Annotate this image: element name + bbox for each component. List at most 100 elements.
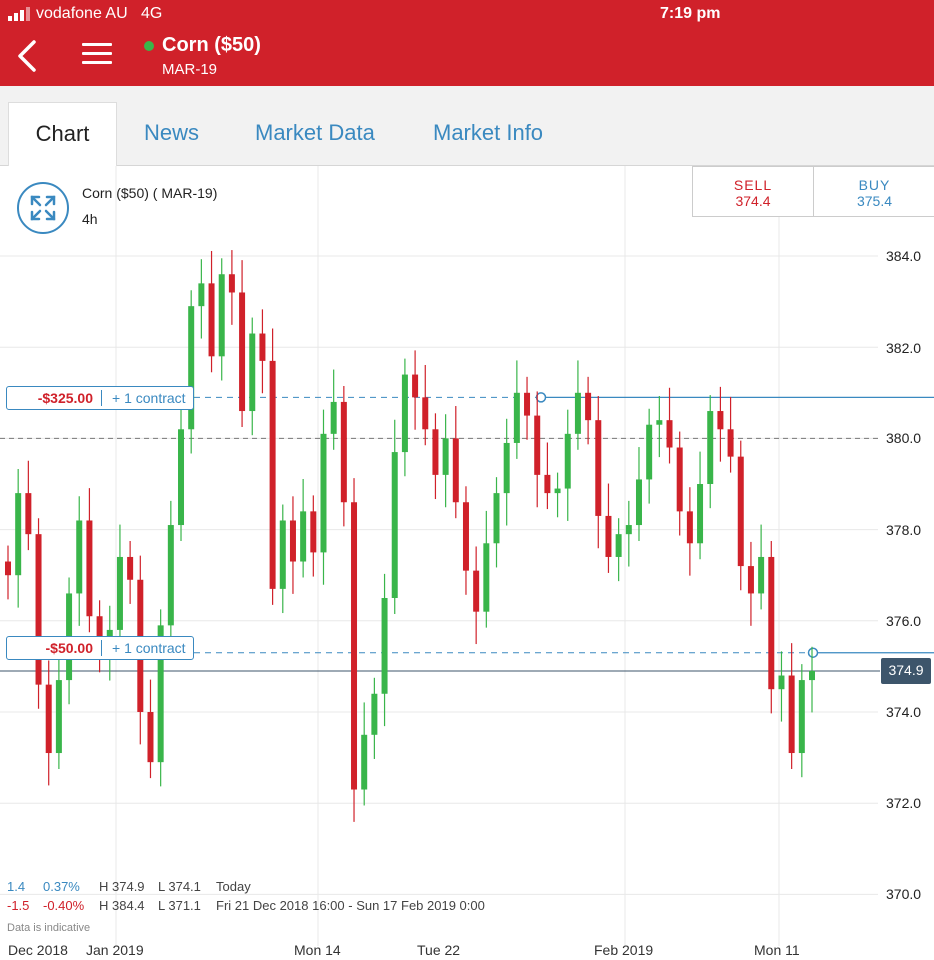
- y-tick-label: 376.0: [886, 613, 922, 629]
- candle-body: [686, 511, 693, 544]
- candle-body: [432, 429, 439, 475]
- candle-body: [595, 420, 602, 516]
- candle-body: [188, 306, 195, 430]
- expand-chart-button[interactable]: [17, 182, 69, 234]
- candle-body: [127, 556, 134, 580]
- price-chart[interactable]: [0, 166, 934, 960]
- candle-body: [45, 684, 52, 754]
- candle-body: [493, 493, 500, 544]
- position-label[interactable]: -$50.00 + 1 contract: [6, 636, 194, 660]
- position-qty: + 1 contract: [112, 390, 186, 406]
- buy-button[interactable]: BUY 375.4: [814, 166, 934, 217]
- chart-area[interactable]: [0, 166, 934, 960]
- candle-body: [412, 374, 419, 398]
- y-tick-label: 384.0: [886, 248, 922, 264]
- tab-market-info[interactable]: Market Info: [433, 102, 543, 166]
- x-tick-label: Mon 14: [294, 942, 341, 958]
- tab-market-data[interactable]: Market Data: [255, 102, 375, 166]
- candle-body: [320, 433, 327, 553]
- buy-price: 375.4: [856, 193, 893, 209]
- candle-body: [778, 675, 785, 690]
- tab-news[interactable]: News: [144, 102, 199, 166]
- chart-title: Corn ($50) ( MAR-19): [82, 185, 218, 201]
- today-change: 1.4: [7, 879, 26, 894]
- candle-body: [462, 502, 469, 571]
- y-tick-label: 378.0: [886, 522, 922, 538]
- y-tick-label: 374.0: [886, 704, 922, 720]
- candle-body: [178, 429, 185, 526]
- y-tick-label: 370.0: [886, 886, 922, 902]
- app-header: vodafone AU 4G 7:19 pm Corn ($50) MAR-19: [0, 0, 934, 86]
- candle-body: [697, 484, 704, 544]
- candle-body: [381, 598, 388, 694]
- candle-body: [371, 693, 378, 735]
- x-tick-label: Jan 2019: [86, 942, 144, 958]
- chart-interval[interactable]: 4h: [82, 211, 98, 227]
- candle-body: [330, 401, 337, 434]
- candle-body: [625, 525, 632, 535]
- candle-body: [228, 274, 235, 293]
- carrier-label: vodafone AU 4G: [36, 5, 163, 22]
- sell-label: SELL: [733, 177, 773, 193]
- range-low: L 371.1: [158, 898, 201, 913]
- candle-body: [422, 397, 429, 430]
- candle-body: [310, 511, 317, 553]
- candle-body: [351, 502, 358, 790]
- sell-price: 374.4: [735, 193, 771, 209]
- current-price-tag: 374.9: [881, 658, 931, 684]
- status-bar: vodafone AU 4G 7:19 pm: [8, 5, 934, 25]
- range-change: -1.5: [7, 898, 30, 913]
- candle-body: [167, 525, 174, 626]
- position-qty: + 1 contract: [112, 640, 186, 656]
- candle-body: [605, 515, 612, 557]
- today-high: H 374.9: [99, 879, 145, 894]
- candle-body: [524, 392, 531, 416]
- candle-body: [707, 411, 714, 484]
- sell-button[interactable]: SELL 374.4: [692, 166, 814, 217]
- buy-label: BUY: [858, 177, 891, 193]
- candle-body: [249, 333, 256, 412]
- candle-body: [809, 670, 815, 681]
- range-period: Fri 21 Dec 2018 16:00 - Sun 17 Feb 2019 …: [216, 898, 485, 913]
- candle-body: [574, 392, 581, 434]
- nav-bar: Corn ($50) MAR-19: [0, 30, 934, 82]
- candle-body: [442, 438, 449, 475]
- range-pct: -0.40%: [43, 898, 85, 913]
- divider: [101, 640, 102, 656]
- tab-chart[interactable]: Chart: [8, 102, 117, 167]
- today-low: L 374.1: [158, 879, 201, 894]
- back-chevron-icon[interactable]: [12, 36, 44, 76]
- divider: [101, 390, 102, 406]
- instrument-title: Corn ($50): [162, 34, 261, 56]
- position-marker: [535, 392, 547, 403]
- candle-body: [615, 534, 622, 557]
- x-tick-label: Tue 22: [417, 942, 461, 958]
- candle-body: [656, 420, 663, 425]
- disclaimer-note: Data is indicative: [7, 922, 91, 934]
- candle-body: [35, 534, 42, 685]
- instrument-expiry: MAR-19: [162, 61, 218, 78]
- candle-body: [55, 680, 62, 754]
- range-high: H 384.4: [99, 898, 145, 913]
- position-marker: [807, 647, 819, 658]
- candle-body: [218, 274, 225, 357]
- position-pnl: -$50.00: [45, 640, 93, 656]
- candle-body: [585, 392, 592, 421]
- candle-body: [340, 401, 347, 503]
- position-label[interactable]: -$325.00 + 1 contract: [6, 386, 194, 410]
- candle-body: [361, 734, 368, 790]
- candle-body: [15, 493, 22, 576]
- position-pnl: -$325.00: [37, 390, 93, 406]
- candle-body: [147, 712, 154, 763]
- candle-body: [758, 556, 765, 594]
- candle-body: [198, 283, 205, 307]
- candle-body: [513, 392, 520, 443]
- y-tick-label: 372.0: [886, 795, 922, 811]
- today-period: Today: [216, 879, 251, 894]
- hamburger-menu-icon[interactable]: [82, 43, 112, 67]
- candle-body: [116, 556, 123, 630]
- candle-body: [401, 374, 408, 453]
- candle-body: [534, 415, 541, 475]
- candle-body: [554, 488, 561, 494]
- candle-body: [544, 474, 551, 494]
